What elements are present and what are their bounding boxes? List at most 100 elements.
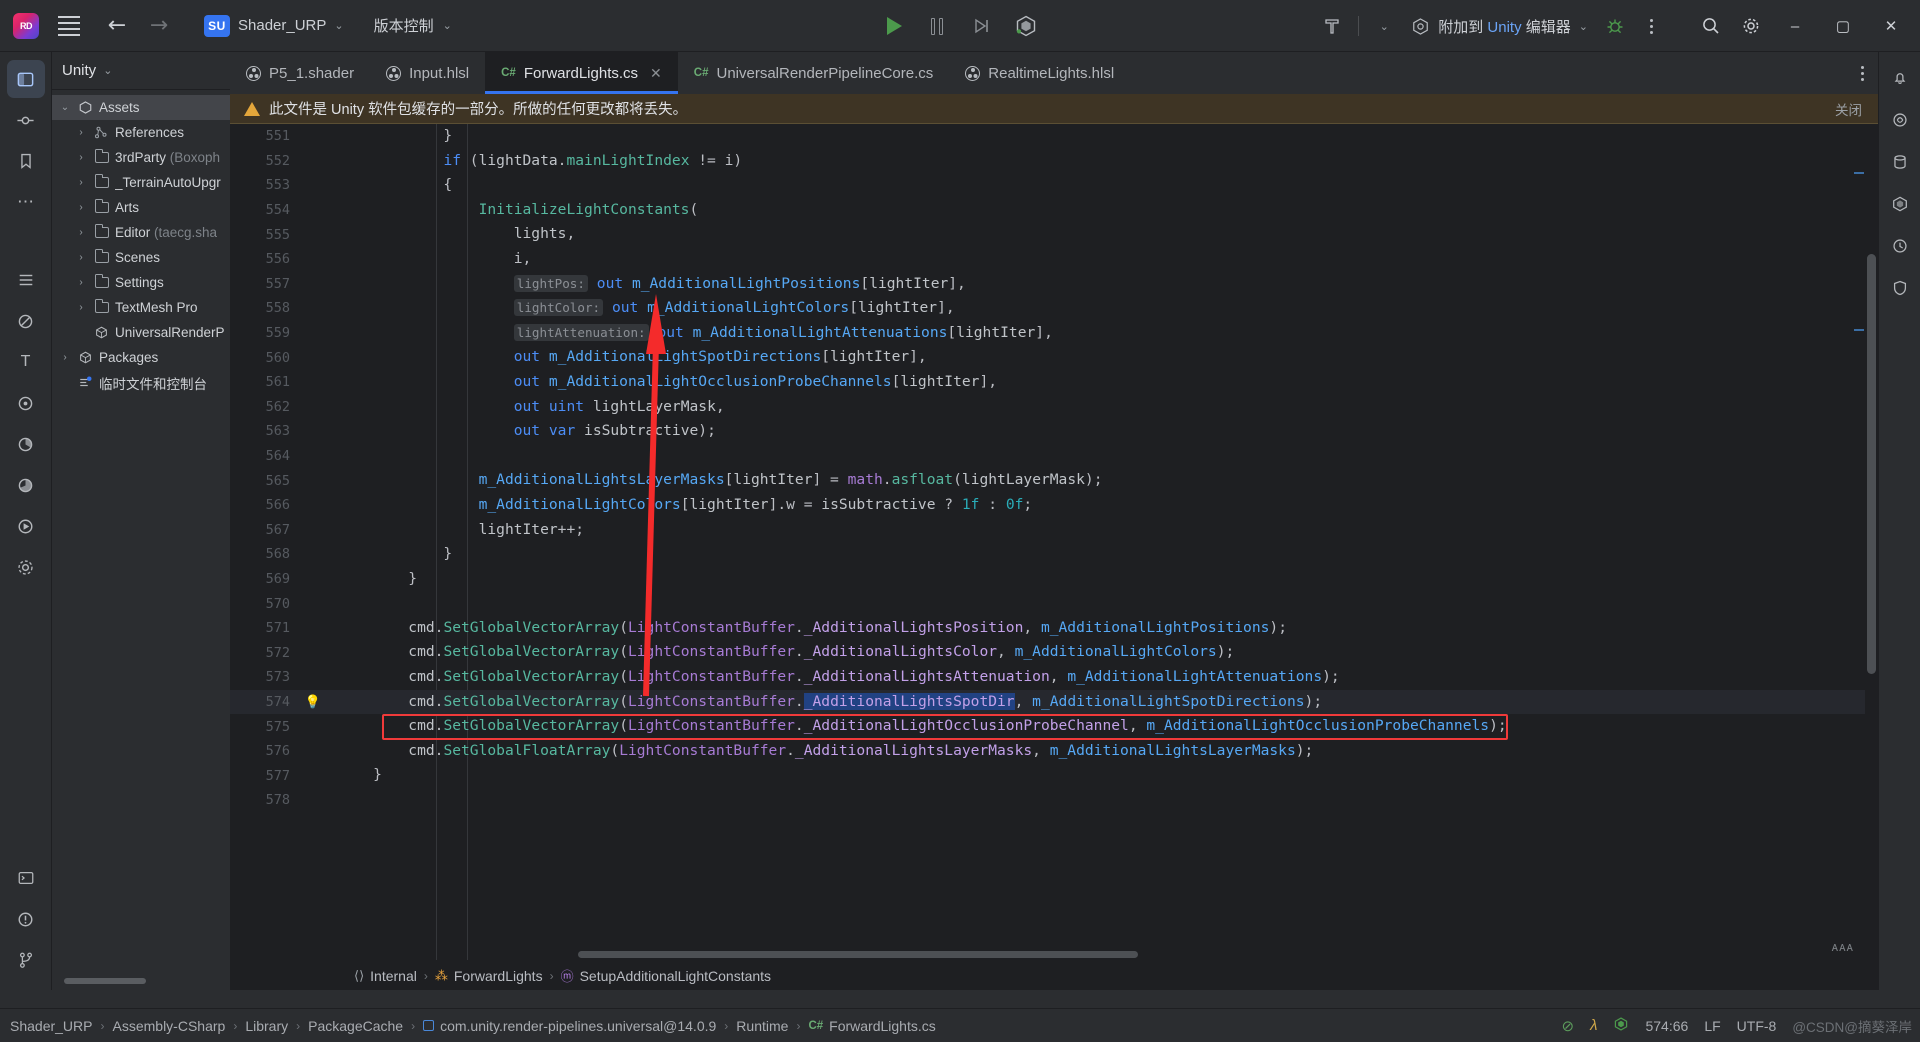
caret-position[interactable]: 574:66 [1645, 1018, 1688, 1034]
tree-node-editor[interactable]: › Editor (taecg.sha [52, 220, 230, 245]
twisty-icon[interactable]: › [74, 127, 88, 138]
path-segment[interactable]: Assembly-CSharp [113, 1018, 226, 1034]
path-segment[interactable]: Shader_URP [10, 1018, 93, 1034]
tab-forwardlights-cs[interactable]: C# ForwardLights.cs ✕ [485, 52, 678, 94]
project-horizontal-scrollbar[interactable] [64, 978, 146, 984]
code-line[interactable]: 574 💡 cmd.SetGlobalVectorArray(LightConst… [230, 689, 1878, 715]
history-icon[interactable] [1884, 230, 1916, 262]
tree-node-packages[interactable]: › Packages [52, 345, 230, 370]
hammer-build-icon[interactable] [1314, 9, 1350, 43]
code-line[interactable]: 575 cmd.SetGlobalVectorArray(LightConsta… [230, 714, 1878, 739]
coverage-tool-icon[interactable] [7, 466, 45, 504]
code-line[interactable]: 559 lightAttenuation: out m_AdditionalLi… [230, 321, 1878, 346]
structure-tool-icon[interactable] [7, 261, 45, 299]
twisty-icon[interactable]: › [74, 252, 88, 263]
code-editor[interactable]: 551 } 552 if (lightData.mainLightIndex !=… [230, 124, 1878, 990]
editor-vertical-scrollbar[interactable] [1865, 124, 1878, 990]
path-segment[interactable]: Library [245, 1018, 288, 1034]
code-line[interactable]: 558 lightColor: out m_AdditionalLightCol… [230, 296, 1878, 321]
project-panel-header[interactable]: Unity ⌄ [52, 52, 230, 90]
attach-to-unity-button[interactable]: 附加到 Unity 编辑器 ⌄ [1403, 9, 1596, 43]
breadcrumb-internal[interactable]: ⟨⟩ Internal [354, 968, 417, 984]
code-line[interactable]: 569 } [230, 567, 1878, 592]
unity-explorer-icon[interactable] [1884, 188, 1916, 220]
search-everywhere-icon[interactable] [1692, 9, 1730, 43]
path-segment[interactable]: C# ForwardLights.cs [808, 1018, 935, 1034]
tree-node-3rdparty[interactable]: › 3rdParty (Boxoph [52, 145, 230, 170]
database-icon[interactable] [1884, 146, 1916, 178]
tab-overflow-menu-icon[interactable] [1861, 52, 1864, 94]
kebab-more-icon[interactable] [1634, 9, 1668, 43]
gear-icon[interactable] [1732, 9, 1770, 43]
code-line[interactable]: 571 cmd.SetGlobalVectorArray(LightConsta… [230, 616, 1878, 641]
run-tool-icon[interactable] [7, 507, 45, 545]
path-segment[interactable]: PackageCache [308, 1018, 403, 1034]
pause-icon[interactable] [917, 9, 957, 43]
code-line[interactable]: 554 InitializeLightConstants( [230, 198, 1878, 223]
twisty-icon[interactable]: › [58, 352, 72, 363]
shield-icon[interactable] [1884, 272, 1916, 304]
editor-horizontal-scrollbar[interactable] [578, 951, 1138, 958]
path-segment[interactable]: com.unity.render-pipelines.universal@14.… [423, 1018, 716, 1034]
path-segment[interactable]: Runtime [736, 1018, 788, 1034]
lightbulb-icon[interactable]: 💡 [305, 694, 321, 710]
twisty-icon[interactable]: › [74, 202, 88, 213]
project-tool-icon[interactable] [6, 60, 45, 98]
unity-logo-icon[interactable] [1613, 1016, 1629, 1035]
code-line[interactable]: 568 } [230, 542, 1878, 567]
close-icon[interactable]: ✕ [650, 65, 662, 82]
line-separator[interactable]: LF [1704, 1018, 1720, 1034]
nuget-tool-icon[interactable]: T [7, 343, 45, 381]
twisty-icon[interactable]: › [74, 227, 88, 238]
tab-realtimelights-hlsl[interactable]: RealtimeLights.hlsl [949, 52, 1130, 94]
tree-node-textmesh-pro[interactable]: › TextMesh Pro [52, 295, 230, 320]
code-line[interactable]: 577 } [230, 763, 1878, 788]
maximize-button[interactable]: ▢ [1820, 0, 1866, 52]
git-branch-tool-icon[interactable] [7, 941, 45, 979]
tree-node-scenes[interactable]: › Scenes [52, 245, 230, 270]
code-line[interactable]: 570 [230, 591, 1878, 616]
minimize-button[interactable]: ‒ [1772, 0, 1818, 52]
step-over-icon[interactable] [961, 9, 1001, 43]
gutter-hint[interactable]: 💡 [298, 694, 328, 710]
code-line[interactable]: 555 lights, [230, 222, 1878, 247]
tab-p5-1-shader[interactable]: P5_1.shader [230, 52, 370, 94]
chevron-down-icon[interactable]: ⌄ [1367, 9, 1401, 43]
code-line[interactable]: 553 { [230, 173, 1878, 198]
tree-node-references[interactable]: › References [52, 120, 230, 145]
code-line[interactable]: 566 m_AdditionalLightColors[lightIter].w… [230, 493, 1878, 518]
code-line[interactable]: 551 } [230, 124, 1878, 149]
problems-tool-icon[interactable] [7, 900, 45, 938]
close-button[interactable]: ✕ [1868, 0, 1914, 52]
code-line[interactable]: 567 lightIter++; [230, 518, 1878, 543]
run-configuration-selector[interactable]: SU Shader_URP ⌄ [196, 9, 352, 43]
file-encoding[interactable]: UTF-8 [1737, 1018, 1777, 1034]
code-line[interactable]: 572 cmd.SetGlobalVectorArray(LightConsta… [230, 640, 1878, 665]
code-line[interactable]: 561 out m_AdditionalLightOcclusionProbeC… [230, 370, 1878, 395]
hamburger-menu-icon[interactable] [52, 9, 86, 43]
code-line[interactable]: 564 [230, 444, 1878, 469]
twisty-icon[interactable]: › [74, 177, 88, 188]
code-line[interactable]: 562 out uint lightLayerMask, [230, 395, 1878, 420]
lambda-icon[interactable]: λ [1590, 1017, 1597, 1034]
code-line[interactable]: 563 out var isSubtractive); [230, 419, 1878, 444]
tree-node-settings[interactable]: › Settings [52, 270, 230, 295]
notifications-icon[interactable] [1884, 62, 1916, 94]
tree-node-universalrenderp[interactable]: UniversalRenderP [52, 320, 230, 345]
notification-close-link[interactable]: 关闭 [1835, 99, 1862, 119]
bookmarks-tool-icon[interactable] [7, 142, 45, 180]
commit-tool-icon[interactable] [7, 101, 45, 139]
inspections-tool-icon[interactable] [7, 384, 45, 422]
unity-logo-icon[interactable] [1005, 9, 1047, 43]
back-arrow-icon[interactable]: ← [100, 9, 134, 43]
tree-node--terrainautoupgr[interactable]: › _TerrainAutoUpgr [52, 170, 230, 195]
code-line[interactable]: 552 if (lightData.mainLightIndex != i) [230, 149, 1878, 174]
debug-bug-icon[interactable] [1598, 9, 1632, 43]
code-line[interactable]: 560 out m_AdditionalLightSpotDirections[… [230, 345, 1878, 370]
code-line[interactable]: 578 [230, 788, 1878, 813]
services-tool-icon[interactable] [7, 548, 45, 586]
profiler-tool-icon[interactable] [7, 425, 45, 463]
ai-assistant-icon[interactable] [1884, 104, 1916, 136]
tab-universalrenderpipelinecore-cs[interactable]: C# UniversalRenderPipelineCore.cs [678, 52, 949, 94]
code-line[interactable]: 573 cmd.SetGlobalVectorArray(LightConsta… [230, 665, 1878, 690]
